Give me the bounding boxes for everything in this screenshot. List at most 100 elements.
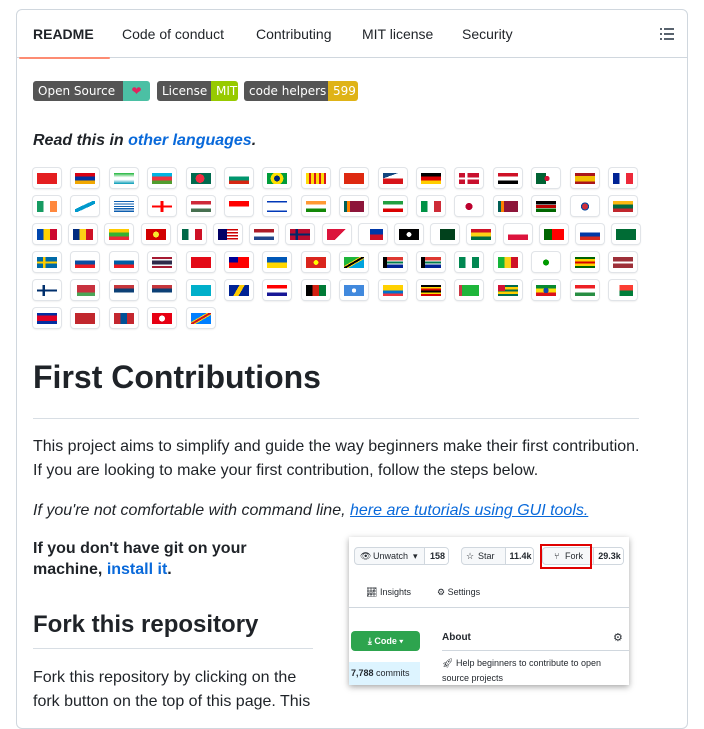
flag-philippines-icon[interactable] xyxy=(359,224,387,244)
tab-security[interactable]: Security xyxy=(462,10,513,58)
flag-catalonia-icon[interactable] xyxy=(302,168,330,188)
flag-japan-icon[interactable] xyxy=(455,196,483,216)
flag-south-africa-2-icon[interactable] xyxy=(417,252,445,272)
flag-slovakia-icon[interactable] xyxy=(71,252,99,272)
flag-algeria-icon[interactable] xyxy=(532,168,560,188)
flag-georgia-icon[interactable] xyxy=(148,196,176,216)
flag-galicia-icon[interactable] xyxy=(71,196,99,216)
flag-belarus-icon[interactable] xyxy=(71,280,99,300)
gui-tutorials-link[interactable]: here are tutorials using GUI tools. xyxy=(350,502,588,519)
other-languages-link[interactable]: other languages xyxy=(128,132,252,149)
flag-tanzania-icon[interactable] xyxy=(340,252,368,272)
flag-south-korea-icon[interactable] xyxy=(571,196,599,216)
flag-finland-icon[interactable] xyxy=(33,280,61,300)
flag-portugal-icon[interactable] xyxy=(540,224,568,244)
code-helpers-badge[interactable]: code helpers 599 xyxy=(244,81,358,101)
flag-norway-icon[interactable] xyxy=(286,224,314,244)
flag-cambodia-icon[interactable] xyxy=(33,308,61,328)
flag-saudi-arabia-icon[interactable] xyxy=(612,224,640,244)
flag-croatia-icon[interactable] xyxy=(263,280,291,300)
flag-north-macedonia-icon[interactable] xyxy=(142,224,170,244)
flag-mexico-icon[interactable] xyxy=(178,224,206,244)
flag-indonesia-icon[interactable] xyxy=(225,196,253,216)
flag-kenya-icon[interactable] xyxy=(532,196,560,216)
flag-malaysia-icon[interactable] xyxy=(214,224,242,244)
flag-ireland-icon[interactable] xyxy=(33,196,61,216)
flag-morocco-icon[interactable] xyxy=(71,308,99,328)
flag-sri-lanka-2-icon[interactable] xyxy=(494,196,522,216)
table-of-contents-icon[interactable] xyxy=(655,22,679,46)
flag-somalia-icon[interactable] xyxy=(340,280,368,300)
flag-romania-icon[interactable] xyxy=(69,224,97,244)
flag-turkey-icon[interactable] xyxy=(187,252,215,272)
flag-south-africa-icon[interactable] xyxy=(379,252,407,272)
flag-nepal-icon[interactable] xyxy=(323,224,351,244)
flag-egypt-icon[interactable] xyxy=(494,168,522,188)
flag-ghana-icon[interactable] xyxy=(467,224,495,244)
flag-bosnia-icon[interactable] xyxy=(225,280,253,300)
flag-serbia-2-icon[interactable] xyxy=(148,280,176,300)
flag-slovenia-icon[interactable] xyxy=(110,252,138,272)
flag-bangladesh-icon[interactable] xyxy=(187,168,215,188)
flag-germany-icon[interactable] xyxy=(417,168,445,188)
flag-greece-icon[interactable] xyxy=(110,196,138,216)
flag-taiwan-icon[interactable] xyxy=(225,252,253,272)
heart-icon: ❤ xyxy=(123,81,150,101)
flag-russia-icon[interactable] xyxy=(576,224,604,244)
flag-latvia-icon[interactable] xyxy=(609,252,637,272)
flag-kurdistan-icon[interactable] xyxy=(571,280,599,300)
flag-uzbekistan-icon[interactable] xyxy=(110,168,138,188)
install-git-link[interactable]: install it xyxy=(107,561,167,578)
flag-ecuador-icon[interactable] xyxy=(379,280,407,300)
flag-kazakhstan-icon[interactable] xyxy=(187,280,215,300)
flag-azerbaijan-icon[interactable] xyxy=(148,168,176,188)
flag-dr-congo-icon[interactable] xyxy=(187,308,215,328)
flag-brazil-icon[interactable] xyxy=(263,168,291,188)
flag-mongolia-icon[interactable] xyxy=(110,308,138,328)
flag-pirate-icon[interactable] xyxy=(395,224,423,244)
chevron-down-icon: ▾ xyxy=(413,551,418,561)
flag-sri-lanka-icon[interactable] xyxy=(340,196,368,216)
flag-ethiopia-icon[interactable] xyxy=(532,280,560,300)
flag-netherlands-icon[interactable] xyxy=(250,224,278,244)
flag-zimbabwe-icon[interactable] xyxy=(571,252,599,272)
flag-iran-icon[interactable] xyxy=(379,196,407,216)
flag-myanmar-icon[interactable] xyxy=(105,224,133,244)
flag-sweden-icon[interactable] xyxy=(33,252,61,272)
flag-israel-icon[interactable] xyxy=(263,196,291,216)
flag-bulgaria-icon[interactable] xyxy=(225,168,253,188)
flag-ukraine-icon[interactable] xyxy=(263,252,291,272)
flag-uganda-icon[interactable] xyxy=(417,280,445,300)
flag-italy-icon[interactable] xyxy=(417,196,445,216)
flag-thailand-icon[interactable] xyxy=(148,252,176,272)
flag-vietnam-icon[interactable] xyxy=(302,252,330,272)
flag-czechia-icon[interactable] xyxy=(379,168,407,188)
tab-code-of-conduct[interactable]: Code of conduct xyxy=(122,10,224,58)
flag-poland-icon[interactable] xyxy=(504,224,532,244)
flag-pakistan-icon[interactable] xyxy=(431,224,459,244)
tab-readme[interactable]: README xyxy=(19,10,110,59)
flag-togo-icon[interactable] xyxy=(494,280,522,300)
flag-denmark-icon[interactable] xyxy=(455,168,483,188)
flag-serbia-icon[interactable] xyxy=(110,280,138,300)
flag-moldova-icon[interactable] xyxy=(33,224,61,244)
flag-armenia-icon[interactable] xyxy=(71,168,99,188)
flag-china-icon[interactable] xyxy=(340,168,368,188)
flag-mali-icon[interactable] xyxy=(494,252,522,272)
open-source-badge[interactable]: Open Source ❤ xyxy=(33,81,150,101)
license-badge[interactable]: License MIT xyxy=(157,81,238,101)
flag-hungary-icon[interactable] xyxy=(187,196,215,216)
tab-contributing[interactable]: Contributing xyxy=(256,10,332,58)
tab-mit-license[interactable]: MIT license xyxy=(362,10,433,58)
flag-spain-icon[interactable] xyxy=(571,168,599,188)
flag-nigeria-icon[interactable] xyxy=(455,252,483,272)
flag-lithuania-icon[interactable] xyxy=(609,196,637,216)
flag-albania-icon[interactable] xyxy=(33,168,61,188)
flag-turkmenistan-icon[interactable] xyxy=(455,280,483,300)
flag-tunisia-icon[interactable] xyxy=(148,308,176,328)
flag-bahrain-esperanto-icon[interactable] xyxy=(532,252,560,272)
flag-afghanistan-icon[interactable] xyxy=(302,280,330,300)
flag-france-icon[interactable] xyxy=(609,168,637,188)
flag-india-icon[interactable] xyxy=(302,196,330,216)
flag-madagascar-icon[interactable] xyxy=(609,280,637,300)
